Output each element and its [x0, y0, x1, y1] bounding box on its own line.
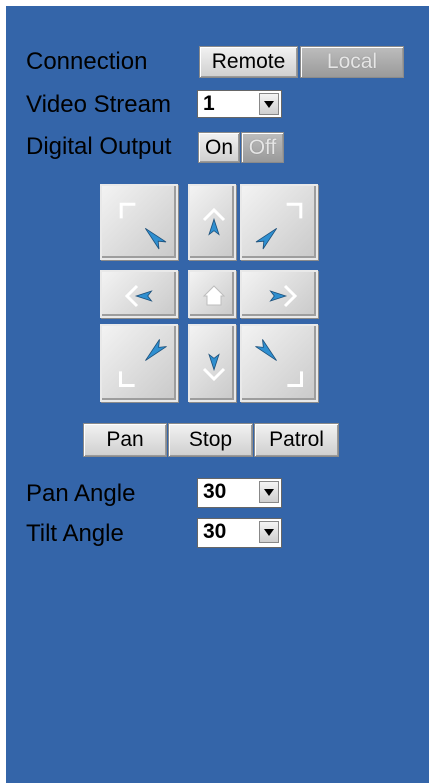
ptz-down-button[interactable] [188, 324, 236, 402]
camera-control-panel: Connection Remote Local Video Stream 1 D… [6, 6, 429, 783]
left-arrow-icon [124, 284, 153, 308]
ptz-up-button[interactable] [188, 184, 236, 260]
down-left-arrow-icon [118, 339, 167, 388]
output-off-button[interactable]: Off [241, 132, 284, 163]
tilt-angle-select[interactable]: 30 [197, 518, 282, 548]
digital-output-label: Digital Output [26, 133, 172, 160]
ptz-home-button[interactable] [188, 270, 236, 318]
local-button[interactable]: Local [300, 46, 404, 78]
ptz-up-right-button[interactable] [240, 184, 318, 260]
video-stream-label: Video Stream [26, 91, 171, 118]
ptz-right-button[interactable] [240, 270, 318, 318]
home-icon [202, 285, 226, 306]
pan-angle-label: Pan Angle [26, 480, 136, 507]
pan-button[interactable]: Pan [83, 423, 167, 457]
tilt-angle-value: 30 [203, 520, 227, 543]
video-stream-value: 1 [203, 92, 215, 115]
ptz-up-left-button[interactable] [100, 184, 178, 260]
down-right-arrow-icon [255, 339, 304, 388]
chevron-down-icon[interactable] [259, 521, 279, 543]
chevron-down-icon[interactable] [259, 481, 279, 503]
up-arrow-icon [202, 207, 226, 236]
tilt-angle-label: Tilt Angle [26, 520, 124, 547]
remote-button[interactable]: Remote [199, 46, 298, 78]
chevron-down-icon[interactable] [259, 93, 279, 115]
connection-label: Connection [26, 48, 148, 75]
patrol-button[interactable]: Patrol [254, 423, 339, 457]
down-arrow-icon [202, 353, 226, 382]
stop-button[interactable]: Stop [168, 423, 253, 457]
up-right-arrow-icon [255, 202, 303, 250]
right-arrow-icon [269, 284, 298, 308]
pan-angle-value: 30 [203, 480, 227, 503]
ptz-left-button[interactable] [100, 270, 178, 318]
ptz-down-left-button[interactable] [100, 324, 178, 402]
output-on-button[interactable]: On [198, 132, 240, 163]
up-left-arrow-icon [119, 202, 167, 250]
video-stream-select[interactable]: 1 [197, 90, 282, 118]
pan-angle-select[interactable]: 30 [197, 478, 282, 508]
ptz-down-right-button[interactable] [240, 324, 318, 402]
